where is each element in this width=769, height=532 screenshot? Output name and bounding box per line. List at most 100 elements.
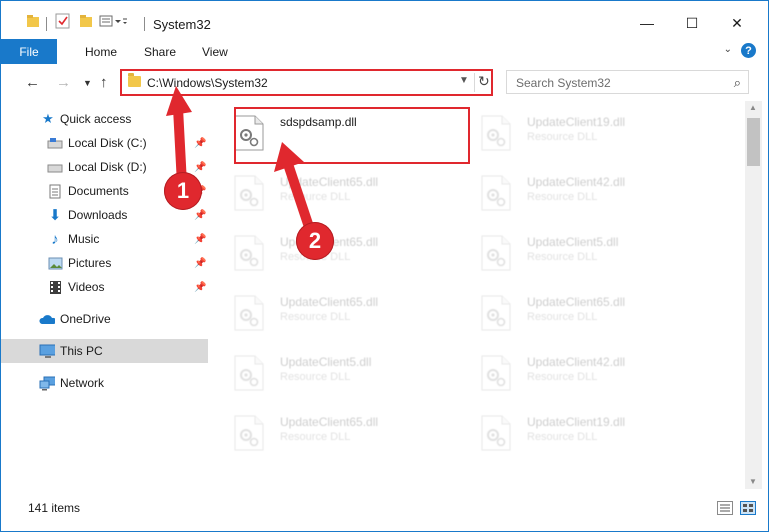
file-tile[interactable]: UpdateClient42.dll Resource DLL bbox=[481, 347, 717, 399]
sidebar-item-label: Downloads bbox=[68, 208, 128, 222]
minimize-button[interactable]: — bbox=[625, 8, 669, 38]
item-count: 141 items bbox=[28, 501, 81, 515]
status-bar: 141 items bbox=[1, 489, 768, 529]
file-name: UpdateClient5.dll bbox=[280, 355, 372, 369]
folder-icon bbox=[26, 12, 40, 30]
file-type: Resource DLL bbox=[527, 431, 598, 443]
recent-locations-button[interactable]: ▼ bbox=[83, 78, 92, 88]
sidebar-item-label: Local Disk (D:) bbox=[68, 160, 147, 174]
dll-file-icon bbox=[481, 175, 511, 211]
step-1-badge: 1 bbox=[164, 172, 202, 210]
back-button[interactable]: ← bbox=[25, 74, 40, 91]
network-icon bbox=[39, 375, 55, 391]
pin-icon[interactable]: 📌 bbox=[194, 210, 206, 221]
scroll-up-icon[interactable]: ▲ bbox=[749, 103, 757, 112]
scroll-down-icon[interactable]: ▼ bbox=[749, 477, 757, 486]
search-icon[interactable]: ⌕ bbox=[734, 75, 741, 91]
forward-button[interactable]: → bbox=[56, 74, 71, 91]
star-icon: ★ bbox=[42, 111, 54, 126]
videos-icon bbox=[47, 279, 63, 295]
file-tile[interactable]: UpdateClient65.dllResource DLL bbox=[234, 287, 470, 339]
dll-file-icon bbox=[234, 175, 264, 211]
sidebar-item-label: This PC bbox=[60, 344, 103, 358]
up-button[interactable]: ↑ bbox=[100, 74, 108, 91]
file-tile[interactable]: UpdateClient65.dll Resource DLL bbox=[234, 407, 470, 459]
chevron-down-icon[interactable]: ▼ bbox=[459, 75, 469, 86]
properties-icon[interactable] bbox=[55, 12, 71, 30]
dll-file-icon bbox=[234, 415, 264, 451]
search-box[interactable]: Search System32 ⌕ bbox=[506, 70, 749, 94]
dll-file-icon bbox=[481, 115, 511, 151]
pin-icon[interactable]: 📌 bbox=[194, 234, 206, 245]
sidebar-item-label: Documents bbox=[68, 184, 129, 198]
maximize-button[interactable]: ☐ bbox=[670, 8, 714, 38]
highlight-box bbox=[234, 107, 470, 164]
sidebar-item-label: Music bbox=[68, 232, 100, 246]
sidebar-item-label: Network bbox=[60, 376, 105, 390]
vertical-scrollbar[interactable]: ▲ ▼ bbox=[745, 101, 762, 489]
tab-share[interactable]: Share bbox=[144, 45, 176, 59]
file-name: UpdateClient19.dll bbox=[527, 415, 626, 429]
search-input[interactable]: Search System32 bbox=[516, 76, 611, 90]
sidebar-item-music[interactable]: ♪ Music 📌 bbox=[1, 227, 208, 251]
sidebar-item-label: Local Disk (C:) bbox=[68, 136, 147, 150]
tab-home[interactable]: Home bbox=[85, 45, 117, 59]
dll-file-icon bbox=[234, 295, 264, 331]
dll-file-icon bbox=[481, 235, 511, 271]
file-name: UpdateClient65.dll bbox=[280, 415, 379, 429]
file-tile[interactable]: UpdateClient19.dll Resource DLL bbox=[481, 407, 717, 459]
tab-file[interactable]: File bbox=[1, 39, 57, 64]
pin-icon[interactable]: 📌 bbox=[194, 258, 206, 269]
file-type: Resource DLL bbox=[527, 371, 598, 383]
sidebar-item-label: OneDrive bbox=[60, 312, 111, 326]
tab-view[interactable]: View bbox=[202, 45, 228, 59]
file-tile[interactable]: UpdateClient65.dllResource DLL bbox=[234, 167, 470, 219]
close-button[interactable]: ✕ bbox=[715, 8, 759, 38]
file-name: UpdateClient42.dll bbox=[527, 175, 626, 189]
file-tile[interactable]: UpdateClient65.dllResource DLL bbox=[481, 287, 717, 339]
details-view-icon[interactable] bbox=[717, 501, 733, 515]
refresh-icon[interactable]: ↻ bbox=[478, 73, 490, 90]
expand-ribbon-icon[interactable]: ⌄ bbox=[724, 44, 732, 55]
folder-icon bbox=[128, 73, 141, 87]
file-type: Resource DLL bbox=[280, 371, 351, 383]
file-type: Resource DLL bbox=[527, 131, 598, 143]
sidebar-item-label: Pictures bbox=[68, 256, 112, 270]
title-separator bbox=[144, 17, 145, 31]
file-tile[interactable]: UpdateClient42.dll Resource DLL bbox=[481, 167, 717, 219]
file-tile[interactable]: UpdateClient5.dll Resource DLL bbox=[234, 347, 470, 399]
dll-file-icon bbox=[481, 295, 511, 331]
new-folder-icon[interactable] bbox=[79, 12, 93, 30]
downloads-icon: ⬇ bbox=[48, 207, 62, 224]
drive-icon bbox=[47, 159, 63, 175]
qat-separator bbox=[46, 17, 47, 31]
sidebar-item-label: Videos bbox=[68, 280, 105, 294]
sidebar-item-this-pc[interactable]: This PC bbox=[1, 339, 208, 363]
file-tile[interactable]: UpdateClient19.dll Resource DLL bbox=[481, 107, 717, 159]
dll-file-icon bbox=[481, 415, 511, 451]
sidebar-item-pictures[interactable]: Pictures 📌 bbox=[1, 251, 208, 275]
file-tile[interactable]: UpdateClient65.dllResource DLL bbox=[234, 227, 470, 279]
ribbon-tabs: File Home Share View ⌄ ? bbox=[1, 39, 768, 66]
file-name: UpdateClient65.dll bbox=[527, 295, 626, 309]
sidebar-item-videos[interactable]: Videos 📌 bbox=[1, 275, 208, 299]
dll-file-icon bbox=[234, 235, 264, 271]
file-type: Resource DLL bbox=[280, 431, 351, 443]
music-icon: ♪ bbox=[51, 230, 59, 248]
address-divider bbox=[474, 73, 475, 92]
customize-qat-icon[interactable] bbox=[99, 12, 127, 30]
tiles-view-icon[interactable] bbox=[740, 501, 756, 515]
onedrive-icon bbox=[39, 311, 55, 327]
drive-icon bbox=[47, 135, 63, 151]
file-type: Resource DLL bbox=[527, 251, 598, 263]
sidebar-item-network[interactable]: Network bbox=[1, 371, 208, 395]
title-bar: System32 — ☐ ✕ bbox=[1, 1, 768, 39]
dll-file-icon bbox=[234, 355, 264, 391]
file-tile[interactable]: UpdateClient5.dll Resource DLL bbox=[481, 227, 717, 279]
pin-icon[interactable]: 📌 bbox=[194, 282, 206, 293]
window-title: System32 bbox=[153, 17, 211, 32]
scroll-thumb[interactable] bbox=[747, 118, 760, 166]
sidebar-item-onedrive[interactable]: OneDrive bbox=[1, 307, 208, 331]
documents-icon bbox=[47, 183, 63, 199]
help-button[interactable]: ? bbox=[741, 43, 756, 58]
